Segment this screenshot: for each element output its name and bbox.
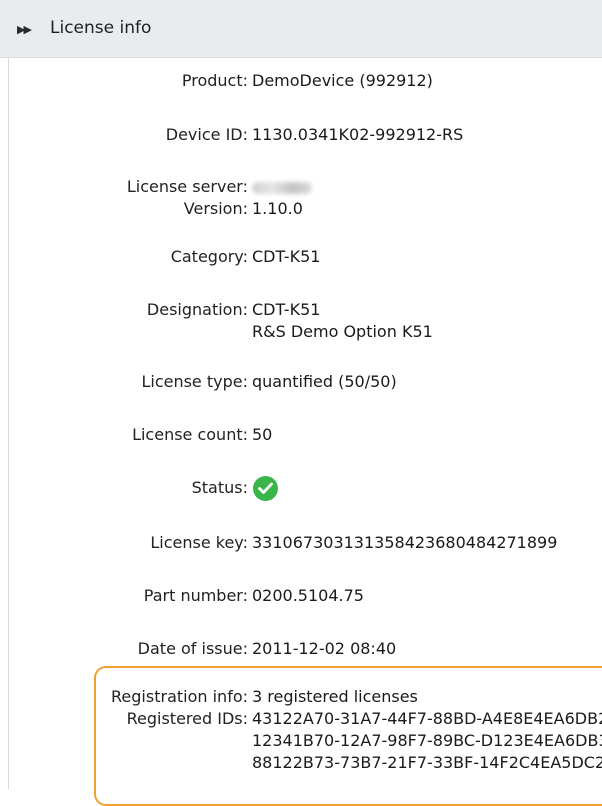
date-of-issue-value: 2011-12-02 08:40: [252, 639, 397, 658]
license-key-value: 331067303131358423680484271899: [252, 533, 558, 552]
registered-id: 43122A70-31A7-44F7-88BD-A4E8E4EA6DB2: [252, 709, 602, 728]
license-key-label: License key:: [150, 533, 248, 552]
license-count-label: License count:: [132, 425, 248, 444]
product-label: Product:: [181, 71, 248, 90]
license-type-label: License type:: [141, 372, 248, 391]
registered-id: 88122B73-73B7-21F7-33BF-14F2C4EA5DC2: [252, 753, 602, 772]
status-label: Status:: [191, 478, 248, 497]
designation-label: Designation:: [146, 300, 248, 319]
category-label: Category:: [170, 247, 248, 266]
redacted-server-name: [252, 181, 312, 194]
version-label: Version:: [183, 199, 248, 218]
product-value: DemoDevice (992912): [252, 71, 433, 90]
designation-value-line2: R&S Demo Option K51: [252, 322, 433, 341]
designation-value-line1: CDT-K51: [252, 300, 321, 319]
left-divider: [8, 58, 9, 789]
double-chevron-right-icon[interactable]: ▶▶: [17, 23, 32, 36]
registration-info-value: 3 registered licenses: [252, 687, 418, 706]
date-of-issue-label: Date of issue:: [137, 639, 248, 658]
part-number-value: 0200.5104.75: [252, 586, 364, 605]
check-circle-icon: [253, 476, 278, 501]
registration-info-label: Registration info:: [111, 687, 248, 706]
version-value: 1.10.0: [252, 199, 303, 218]
license-server-label: License server:: [126, 177, 248, 196]
license-server-value: [252, 176, 312, 198]
license-type-value: quantified (50/50): [252, 372, 397, 391]
panel-title: License info: [50, 18, 152, 38]
panel-header[interactable]: ▶▶ License info: [0, 0, 602, 58]
device-id-value: 1130.0341K02-992912-RS: [252, 125, 464, 144]
part-number-label: Part number:: [143, 586, 248, 605]
registered-ids-label: Registered IDs:: [126, 709, 248, 728]
device-id-label: Device ID:: [165, 125, 248, 144]
registered-id: 12341B70-12A7-98F7-89BC-D123E4EA6DB3: [252, 731, 602, 750]
license-count-value: 50: [252, 425, 273, 444]
category-value: CDT-K51: [252, 247, 321, 266]
